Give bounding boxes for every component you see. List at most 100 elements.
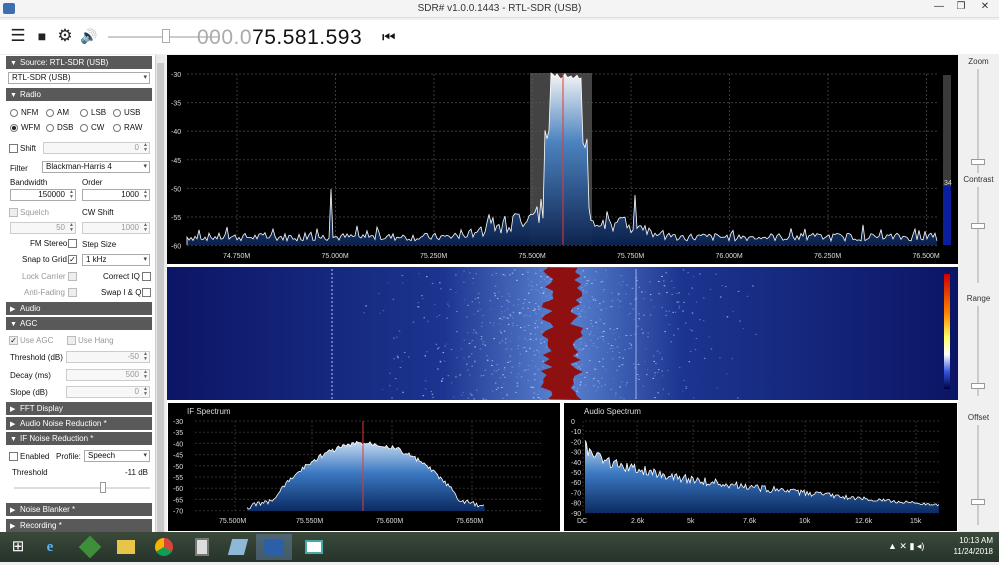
volume-icon[interactable]: 🔊 [79,26,99,46]
app-icon-window[interactable] [296,534,332,560]
radio-dsb[interactable] [46,124,54,132]
section-audio[interactable]: ▶ Audio [6,302,152,315]
filter-select[interactable]: Blackman-Harris 4 ▾ [42,161,150,173]
radio-raw[interactable] [113,124,121,132]
waterfall-pixel [378,293,380,295]
contrast-slider-knob[interactable] [971,223,985,229]
decay-input[interactable]: 500 ▲ ▼ [66,369,150,381]
waterfall-pixel [495,273,497,274]
system-tray-icons[interactable]: ▲ ✕ ▮ ◂) [888,541,924,552]
waterfall-pixel [417,302,420,303]
app-icon-blue[interactable] [220,534,256,560]
if-nr-threshold-slider[interactable] [14,482,150,493]
waterfall-pixel [663,280,665,282]
if-nr-enabled-checkbox[interactable] [9,452,18,461]
squelch-value: 50 [56,223,65,232]
radio-usb[interactable] [113,109,121,117]
waterfall-pixel [594,279,596,281]
usehang-checkbox[interactable] [67,336,76,345]
waterfall-pixel [590,339,592,341]
section-if-noise-reduction[interactable]: ▼ IF Noise Reduction * [6,432,152,445]
waterfall-pixel [737,290,740,292]
minimize-button[interactable]: — [928,0,950,16]
snap-checkbox[interactable]: ✓ [68,255,77,264]
radio-nfm[interactable] [10,109,18,117]
slope-input[interactable]: 0 ▲ ▼ [66,386,150,398]
useagc-checkbox[interactable]: ✓ [9,336,18,345]
menu-icon[interactable]: ☰ [8,26,28,46]
section-fft-display[interactable]: ▶ FFT Display [6,402,152,415]
frequency-display[interactable]: 000.075.581.593 [197,26,362,50]
waterfall-pixel [579,353,581,355]
shift-checkbox[interactable] [9,144,18,153]
sdrsharp-taskbar-icon[interactable] [256,534,292,560]
correctiq-checkbox[interactable] [142,272,151,281]
radio-lsb[interactable] [80,109,88,117]
waterfall-pixel [580,273,583,275]
waterfall-pixel [528,284,531,286]
app-icon-green[interactable] [72,534,108,560]
file-explorer-icon[interactable] [108,534,144,560]
start-button-icon[interactable]: ⊞ [0,534,36,560]
range-slider-knob[interactable] [971,383,985,389]
section-source[interactable]: ▼ Source: RTL-SDR (USB) [6,56,152,69]
close-button[interactable]: ✕ [974,0,996,16]
gear-icon[interactable]: ⚙ [55,26,75,46]
clock[interactable]: 10:13 AM 11/24/2018 [933,535,993,557]
calculator-icon[interactable] [184,534,220,560]
offset-slider-knob[interactable] [971,499,985,505]
stepsize-select[interactable]: 1 kHz ▾ [82,254,150,266]
if-nr-threshold-slider-knob[interactable] [100,482,106,493]
waterfall-pixel [498,323,501,325]
waterfall-pixel [575,363,577,365]
y-tick-label: -50 [171,186,181,193]
volume-slider-knob[interactable] [162,29,170,43]
offset-slider[interactable] [977,425,979,525]
chrome-icon[interactable] [146,534,182,560]
fmstereo-checkbox[interactable] [68,239,77,248]
contrast-slider[interactable] [977,187,979,283]
waterfall-pixel [523,371,526,373]
section-agc[interactable]: ▼ AGC [6,317,152,330]
panel-scrollbar[interactable] [156,55,165,543]
cwshift-input[interactable]: 1000 ▲ ▼ [82,222,150,234]
waterfall-pixel [471,301,474,303]
agc-threshold-input[interactable]: -50 ▲ ▼ [66,351,150,363]
waterfall-pixel [699,319,701,321]
radio-am[interactable] [46,109,54,117]
waterfall-pixel [534,322,536,324]
order-input[interactable]: 1000 ▲ ▼ [82,189,150,201]
swapiq-checkbox[interactable] [142,288,151,297]
audio-y-tick-label: -30 [571,450,581,457]
waterfall-pixel [509,274,511,276]
waterfall-pixel [522,302,525,304]
maximize-button[interactable]: ❐ [950,0,972,16]
tune-center-icon[interactable]: ⏮ [382,29,396,46]
antifading-checkbox[interactable] [68,288,77,297]
squelch-checkbox[interactable] [9,208,18,217]
waterfall-pixel [742,328,745,329]
waterfall-pixel [579,348,581,350]
zoom-slider-knob[interactable] [971,159,985,165]
section-radio[interactable]: ▼ Radio [6,88,152,101]
source-select[interactable]: RTL-SDR (USB) ▾ [8,72,150,84]
lockcarrier-checkbox[interactable] [68,272,77,281]
audio-y-tick-label: -80 [571,501,581,508]
waterfall-pixel [442,378,444,380]
radio-cw[interactable] [80,124,88,132]
internet-explorer-icon[interactable]: e [32,534,68,560]
section-recording[interactable]: ▶ Recording * [6,519,152,532]
x-tick-label: 75.000M [322,253,349,260]
shift-input[interactable]: 0 ▲ ▼ [43,142,150,154]
panel-scrollbar-thumb[interactable] [157,63,164,543]
bandwidth-input[interactable]: 150000 ▲ ▼ [10,189,76,201]
waterfall-pixel [539,292,541,294]
zoom-slider[interactable] [977,69,979,173]
profile-select[interactable]: Speech ▾ [84,450,150,462]
section-noise-blanker[interactable]: ▶ Noise Blanker * [6,503,152,516]
radio-wfm[interactable] [10,124,18,132]
section-audio-noise-reduction[interactable]: ▶ Audio Noise Reduction * [6,417,152,430]
squelch-input[interactable]: 50 ▲ ▼ [10,222,76,234]
stop-icon[interactable]: ■ [32,26,52,46]
audio-x-tick-label: 12.6k [855,518,873,525]
